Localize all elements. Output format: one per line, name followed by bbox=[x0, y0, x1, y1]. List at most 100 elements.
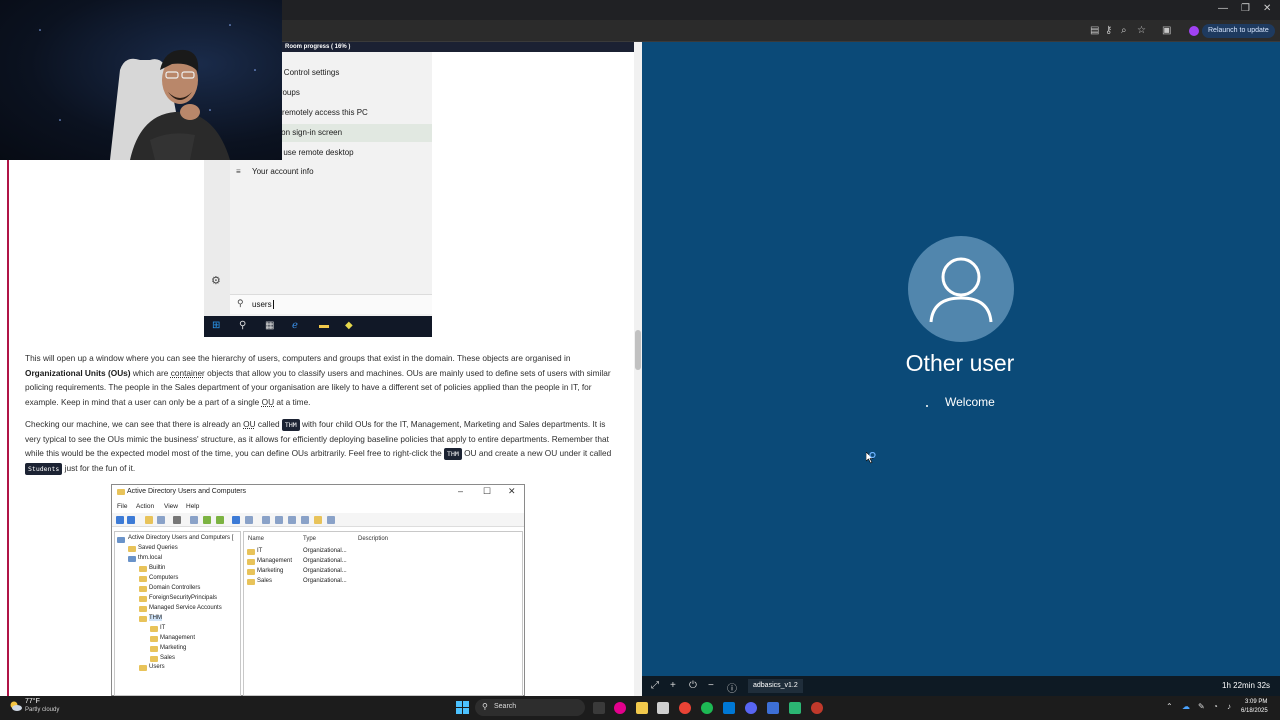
vm-control-bar bbox=[642, 676, 1280, 696]
plus-icon[interactable]: + bbox=[670, 680, 676, 691]
star-icon[interactable]: ☆ bbox=[1137, 25, 1146, 36]
app-icon[interactable] bbox=[767, 702, 779, 714]
folder-icon bbox=[150, 646, 158, 652]
profile-avatar[interactable] bbox=[1189, 26, 1199, 36]
task-view-icon[interactable] bbox=[593, 702, 605, 714]
key-icon[interactable]: ⚷ bbox=[1105, 25, 1112, 36]
folder-icon bbox=[139, 606, 147, 612]
close-window-button[interactable]: ✕ bbox=[1263, 3, 1271, 14]
ad-menu-action: Action bbox=[136, 503, 155, 510]
windows-start-icon[interactable]: ⊞ bbox=[212, 320, 220, 331]
start-search-input[interactable]: users bbox=[252, 300, 274, 310]
minimize-button[interactable]: — bbox=[1218, 3, 1228, 14]
folder-icon bbox=[139, 586, 147, 592]
folder-icon bbox=[139, 576, 147, 582]
folder-icon bbox=[139, 665, 147, 671]
tree-node: ForeignSecurityPrincipals bbox=[149, 595, 218, 601]
folder-icon bbox=[247, 559, 255, 565]
column-description: Description bbox=[358, 536, 389, 542]
delegate-icon bbox=[327, 516, 335, 524]
discord-icon[interactable] bbox=[745, 702, 757, 714]
tree-node: Saved Queries bbox=[138, 545, 178, 551]
task-view-icon[interactable]: ▦ bbox=[265, 320, 274, 331]
busy-cursor-icon bbox=[866, 452, 876, 464]
store-icon[interactable] bbox=[657, 702, 669, 714]
maximize-button[interactable]: ❐ bbox=[1241, 3, 1250, 14]
file-explorer-icon[interactable] bbox=[636, 702, 648, 714]
export-icon bbox=[216, 516, 224, 524]
list-item-type: Organizational... bbox=[303, 558, 347, 564]
taskbar-search[interactable] bbox=[475, 699, 585, 716]
tree-node: Users bbox=[149, 664, 165, 670]
folder-icon bbox=[117, 489, 125, 495]
save-icon[interactable]: ▤ bbox=[1090, 25, 1099, 36]
windows-start-icon[interactable] bbox=[456, 701, 469, 714]
view-icon bbox=[245, 516, 253, 524]
expand-icon[interactable]: ⤢ bbox=[651, 680, 659, 691]
account-info-icon: ≡ bbox=[236, 167, 241, 176]
outlook-icon[interactable] bbox=[723, 702, 735, 714]
power-icon[interactable]: ⏻ bbox=[689, 680, 697, 691]
sidebar-icon[interactable]: ▣ bbox=[1162, 25, 1171, 36]
vm-timer: 1h 22min 32s bbox=[1222, 681, 1271, 690]
search-icon: ⚲ bbox=[237, 298, 244, 308]
folder-icon bbox=[247, 569, 255, 575]
copilot-icon[interactable] bbox=[614, 702, 626, 714]
file-explorer-icon[interactable]: ▬ bbox=[319, 320, 329, 331]
weather-desc: Partly cloudy bbox=[25, 707, 60, 713]
weather-icon[interactable] bbox=[8, 699, 22, 713]
folder-icon bbox=[150, 636, 158, 642]
folder-icon bbox=[139, 566, 147, 572]
new-ou-icon bbox=[288, 516, 296, 524]
find-icon bbox=[314, 516, 322, 524]
tree-node: Managed Service Accounts bbox=[149, 605, 222, 611]
tree-node: thm.local bbox=[138, 555, 163, 561]
vm-machine-name: adbasics_v1.2 bbox=[748, 679, 803, 693]
user-avatar bbox=[908, 236, 1014, 342]
search-icon[interactable]: ⚲ bbox=[239, 320, 246, 331]
search-icon: ⚲ bbox=[482, 702, 488, 711]
edge-icon[interactable]: ℯ bbox=[292, 320, 298, 331]
folder-icon bbox=[128, 546, 136, 552]
tree-node: Domain Controllers bbox=[149, 585, 201, 591]
server-manager-icon[interactable]: ◆ bbox=[345, 320, 353, 331]
refresh-icon bbox=[203, 516, 211, 524]
volume-icon[interactable]: ♪ bbox=[1227, 702, 1231, 711]
zoom-icon[interactable]: ⌕ bbox=[1121, 25, 1127, 36]
list-item-name: Management bbox=[257, 558, 293, 564]
recording-icon[interactable] bbox=[811, 702, 823, 714]
clock-date[interactable]: 6/18/2025 bbox=[1241, 708, 1268, 714]
clock-time[interactable]: 3:09 PM bbox=[1245, 699, 1267, 705]
chevron-up-icon[interactable]: ⌃ bbox=[1166, 702, 1173, 711]
pen-icon[interactable]: ✎ bbox=[1198, 702, 1205, 711]
relaunch-button[interactable]: Relaunch to update bbox=[1202, 24, 1275, 38]
spotify-icon[interactable] bbox=[701, 702, 713, 714]
minus-icon[interactable]: − bbox=[708, 680, 714, 691]
content-scroll-thumb[interactable] bbox=[635, 330, 641, 370]
gear-icon[interactable]: ⚙ bbox=[211, 274, 221, 287]
play-icon[interactable] bbox=[789, 702, 801, 714]
info-icon[interactable]: ⓘ bbox=[727, 680, 737, 695]
chrome-icon[interactable] bbox=[679, 702, 691, 714]
vm-user-name: Other user bbox=[905, 350, 1015, 376]
tree-node: Builtin bbox=[149, 565, 166, 571]
folder-icon bbox=[139, 596, 147, 602]
tree-node: Active Directory Users and Computers [ bbox=[128, 535, 234, 541]
help-icon bbox=[232, 516, 240, 524]
tree-node: Marketing bbox=[160, 645, 187, 651]
code-thm: THM bbox=[444, 448, 462, 460]
close-icon: ✕ bbox=[508, 486, 516, 496]
start-menu-rail bbox=[204, 160, 230, 316]
weather-temp: 77°F bbox=[25, 698, 40, 705]
onedrive-icon[interactable]: ☁ bbox=[1182, 702, 1190, 711]
tree-node: Computers bbox=[149, 575, 179, 581]
webcam-overlay bbox=[0, 0, 282, 160]
content-accent-line bbox=[7, 160, 9, 696]
streamer-silhouette bbox=[39, 24, 256, 160]
minimize-icon: – bbox=[458, 486, 464, 496]
folder-icon bbox=[247, 549, 255, 555]
folder-icon bbox=[247, 579, 255, 585]
start-result-account-info[interactable]: Your account info bbox=[230, 163, 432, 181]
list-item-name: Marketing bbox=[257, 568, 284, 574]
wifi-icon[interactable]: ◔ bbox=[1213, 702, 1218, 711]
